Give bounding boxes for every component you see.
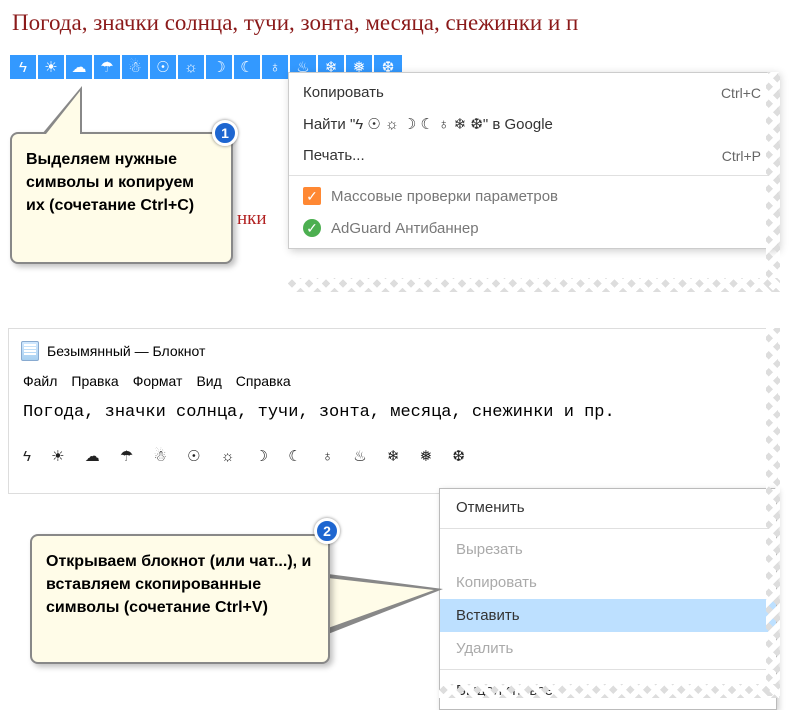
- menu-edit[interactable]: Правка: [71, 373, 118, 389]
- notepad-text-line[interactable]: Погода, значки солнца, тучи, зонта, меся…: [21, 397, 765, 439]
- ctx-print-label: Печать...: [303, 147, 722, 164]
- sun-solid-icon: ☀: [38, 55, 66, 79]
- snowman-icon: ☃: [122, 55, 150, 79]
- ctx-separator: [289, 175, 777, 176]
- step-badge-1: 1: [212, 120, 238, 146]
- menu-help[interactable]: Справка: [236, 373, 291, 389]
- menu-file[interactable]: Файл: [23, 373, 57, 389]
- moon-last-icon: ☾: [234, 55, 262, 79]
- ctx2-copy-label: Копировать: [456, 574, 760, 591]
- notepad-titlebar: Безымянный — Блокнот: [21, 337, 765, 369]
- ctx2-paste[interactable]: Вставить: [440, 599, 776, 632]
- lightning-icon: ϟ: [10, 55, 38, 79]
- partial-red-text: нки: [237, 208, 267, 230]
- ctx2-delete-label: Удалить: [456, 640, 760, 657]
- ctx-copy[interactable]: Копировать Ctrl+C: [289, 77, 777, 108]
- callout-step-2: Открываем блокнот (или чат...), и вставл…: [30, 534, 330, 664]
- ctx-copy-label: Копировать: [303, 84, 721, 101]
- ctx2-undo-label: Отменить: [456, 499, 760, 516]
- ctx-ext1-label: Массовые проверки параметров: [331, 188, 761, 205]
- ctx2-delete[interactable]: Удалить: [440, 632, 776, 665]
- sun-rays-icon: ☼: [178, 55, 206, 79]
- ctx-find[interactable]: Найти "ϟ ☉ ☼ ☽ ☾ ♁ ❄ ❆" в Google: [289, 108, 777, 140]
- notepad-symbols-line[interactable]: ϟ ☀ ☁ ☂ ☃ ☉ ☼ ☽ ☾ ♁ ♨ ❄ ❅ ❆: [21, 439, 765, 493]
- torn-edge-icon: [288, 278, 780, 292]
- page-title: Погода, значки солнца, тучи, зонта, меся…: [0, 0, 790, 54]
- ctx-find-label: Найти "ϟ ☉ ☼ ☽ ☾ ♁ ❄ ❆" в Google: [303, 115, 761, 133]
- ctx2-undo[interactable]: Отменить: [440, 491, 776, 524]
- cloud-icon: ☁: [66, 55, 94, 79]
- notepad-menubar: Файл Правка Формат Вид Справка: [21, 369, 765, 397]
- torn-edge-icon: [439, 684, 779, 698]
- sun-circle-icon: ☉: [150, 55, 178, 79]
- ctx-ext2-label: AdGuard Антибаннер: [331, 220, 761, 237]
- callout-arrow-fill-icon: [328, 578, 434, 628]
- callout-step-1: Выделяем нужные символы и копируем их (с…: [10, 132, 233, 264]
- ctx2-cut-label: Вырезать: [456, 541, 760, 558]
- notepad-app-icon: [21, 341, 39, 361]
- ctx-print-shortcut: Ctrl+P: [722, 148, 761, 164]
- earth-icon: ♁: [262, 55, 290, 79]
- ctx2-cut[interactable]: Вырезать: [440, 533, 776, 566]
- notepad-title-text: Безымянный — Блокнот: [47, 343, 205, 359]
- ctx2-separator-1: [440, 528, 776, 529]
- torn-edge-icon: [766, 72, 780, 292]
- umbrella-icon: ☂: [94, 55, 122, 79]
- torn-edge-icon: [766, 328, 780, 696]
- menu-format[interactable]: Формат: [133, 373, 183, 389]
- ctx-extension-adguard[interactable]: ✓ AdGuard Антибаннер: [289, 212, 777, 244]
- shield-icon: ✓: [303, 219, 321, 237]
- menu-view[interactable]: Вид: [196, 373, 221, 389]
- browser-context-menu: Копировать Ctrl+C Найти "ϟ ☉ ☼ ☽ ☾ ♁ ❄ ❆…: [288, 72, 778, 249]
- notepad-context-menu: Отменить Вырезать Копировать Вставить Уд…: [439, 488, 777, 710]
- wrench-icon: ✓: [303, 187, 321, 205]
- ctx2-separator-2: [440, 669, 776, 670]
- ctx-copy-shortcut: Ctrl+C: [721, 85, 761, 101]
- step-badge-2: 2: [314, 518, 340, 544]
- notepad-window: Безымянный — Блокнот Файл Правка Формат …: [8, 328, 778, 494]
- ctx-extension-masscheck[interactable]: ✓ Массовые проверки параметров: [289, 180, 777, 212]
- ctx-print[interactable]: Печать... Ctrl+P: [289, 140, 777, 171]
- moon-first-icon: ☽: [206, 55, 234, 79]
- ctx2-paste-label: Вставить: [456, 607, 760, 624]
- ctx2-copy[interactable]: Копировать: [440, 566, 776, 599]
